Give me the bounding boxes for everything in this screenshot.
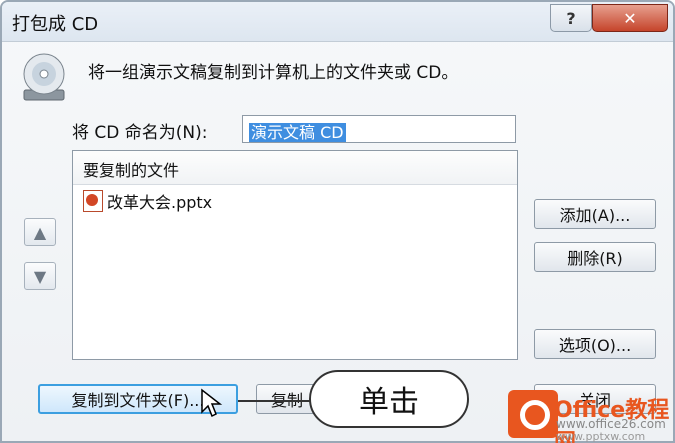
move-down-button[interactable]: ▼ xyxy=(24,262,56,290)
window-title: 打包成 CD xyxy=(12,14,99,35)
watermark-url: www.office26.com xyxy=(556,417,666,431)
help-icon: ? xyxy=(566,8,576,28)
cd-drive-icon xyxy=(23,53,65,101)
pptx-file-icon xyxy=(83,190,103,212)
file-name: 改革大会.pptx xyxy=(107,193,213,212)
options-button[interactable]: 选项(O)... xyxy=(534,329,656,359)
callout-connector xyxy=(238,400,310,402)
arrow-up-icon: ▲ xyxy=(33,222,47,242)
arrow-down-icon: ▼ xyxy=(33,266,47,286)
close-icon: ✕ xyxy=(623,8,637,28)
move-up-button[interactable]: ▲ xyxy=(24,218,56,246)
cd-name-value: 演示文稿 CD xyxy=(249,123,346,142)
click-callout: 单击 xyxy=(309,370,469,428)
files-to-copy-list[interactable]: 要复制的文件 改革大会.pptx xyxy=(72,150,518,360)
help-button[interactable]: ? xyxy=(550,4,592,32)
list-item[interactable]: 改革大会.pptx xyxy=(73,185,517,217)
cd-name-input[interactable]: 演示文稿 CD xyxy=(242,115,516,143)
watermark-url-2: www.pptxw.com xyxy=(556,430,646,443)
remove-button[interactable]: 删除(R) xyxy=(534,242,656,272)
office-logo-icon xyxy=(508,390,558,438)
watermark: Office教程网 www.office26.com www.pptxw.com xyxy=(508,390,673,443)
close-window-button[interactable]: ✕ xyxy=(592,4,668,32)
package-for-cd-dialog: 打包成 CD ? ✕ 将一组演示文稿复制到计算机上的文件夹或 CD。 将 CD … xyxy=(0,0,675,443)
list-header: 要复制的文件 xyxy=(73,151,517,185)
add-button[interactable]: 添加(A)... xyxy=(534,199,656,229)
intro-text: 将一组演示文稿复制到计算机上的文件夹或 CD。 xyxy=(88,63,459,83)
mouse-cursor-icon xyxy=(201,388,223,418)
title-bar: 打包成 CD ? ✕ xyxy=(2,2,673,42)
cd-name-label: 将 CD 命名为(N): xyxy=(72,123,208,143)
